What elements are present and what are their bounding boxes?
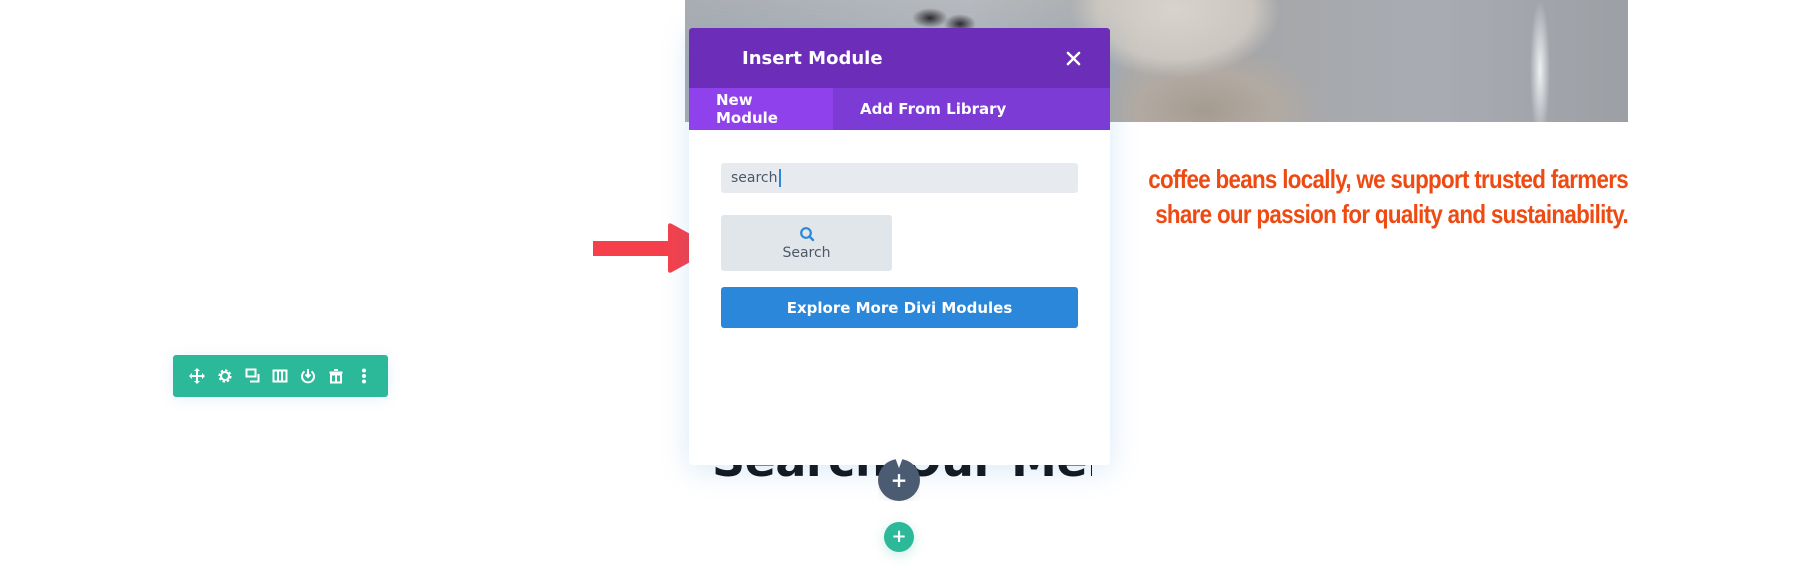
plus-icon: +	[890, 468, 908, 492]
modal-body: search Search Explore More Divi Modules	[689, 130, 1110, 328]
module-search-value: search	[731, 170, 778, 186]
module-search-label: Search	[782, 244, 831, 261]
module-search-button[interactable]: Search	[721, 215, 892, 271]
close-icon[interactable]	[1062, 47, 1084, 69]
more-options-icon[interactable]	[354, 366, 374, 386]
save-to-library-icon[interactable]	[298, 366, 318, 386]
row-toolbar	[173, 355, 388, 397]
magnifier-icon	[799, 226, 814, 241]
modal-title: Insert Module	[742, 47, 883, 69]
move-icon[interactable]	[187, 366, 207, 386]
columns-icon[interactable]	[270, 366, 290, 386]
add-row-button[interactable]: +	[884, 522, 914, 552]
insert-module-modal: Insert Module New Module Add From Librar…	[689, 28, 1110, 465]
text-caret	[778, 169, 781, 187]
delete-icon[interactable]	[326, 366, 346, 386]
explore-more-modules-button[interactable]: Explore More Divi Modules	[721, 287, 1078, 328]
modal-header: Insert Module	[689, 28, 1110, 88]
modal-tabs: New Module Add From Library	[689, 88, 1110, 130]
plus-icon: +	[891, 526, 907, 547]
tab-add-from-library[interactable]: Add From Library	[833, 88, 1033, 130]
module-search-input[interactable]: search	[721, 163, 1078, 193]
settings-icon[interactable]	[215, 366, 235, 386]
duplicate-icon[interactable]	[243, 366, 263, 386]
tab-new-module[interactable]: New Module	[689, 88, 833, 130]
